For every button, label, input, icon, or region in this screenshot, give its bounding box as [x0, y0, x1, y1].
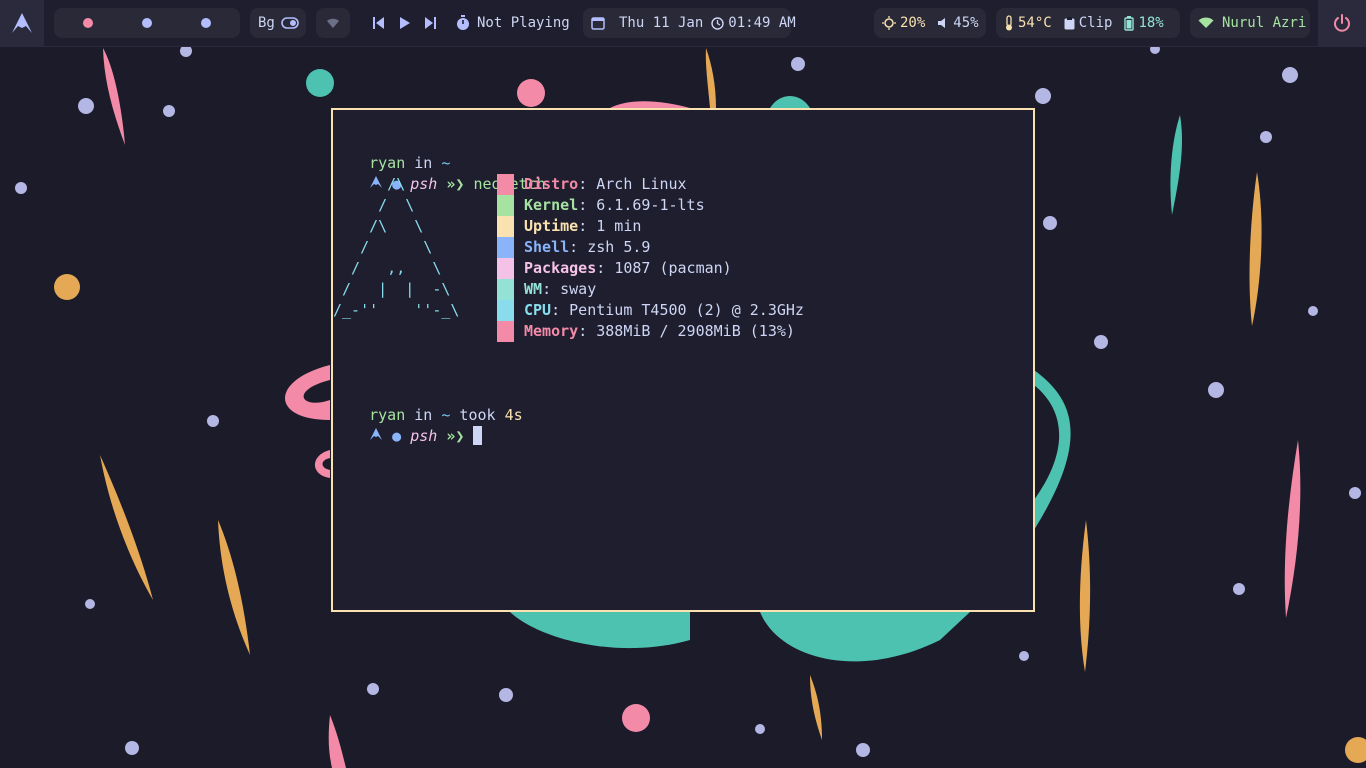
text-cursor: [473, 426, 483, 445]
info-row-memory: Memory: 388MiB / 2908MiB (13%): [524, 321, 795, 342]
color-swatch: [497, 195, 514, 216]
color-swatch: [497, 321, 514, 342]
ascii-line-1: /\: [333, 175, 406, 193]
top-bar: Bg Not Playing Thu 11 Jan 01:49 AM 20% 4…: [0, 0, 1366, 47]
info-sep: :: [578, 196, 597, 214]
info-row-kernel: Kernel: 6.1.69-1-lts: [524, 195, 705, 216]
wifi-tray-icon: [326, 17, 340, 29]
media-status: Not Playing: [477, 15, 570, 31]
network-widget[interactable]: Nurul Azri: [1190, 8, 1310, 38]
workspace-switcher: [54, 8, 240, 38]
prompt-duration: 4s: [504, 406, 523, 424]
shell-name: psh: [410, 427, 438, 445]
info-sep: :: [569, 238, 588, 256]
calendar-icon: [591, 16, 605, 30]
info-sep: :: [578, 322, 597, 340]
volume-icon[interactable]: [937, 17, 949, 29]
info-row-cpu: CPU: Pentium T4500 (2) @ 2.3GHz: [524, 300, 804, 321]
info-value: 388MiB / 2908MiB (13%): [596, 322, 795, 340]
clock-icon: [711, 16, 724, 30]
info-key: WM: [524, 280, 543, 298]
date-text: Thu 11 Jan: [619, 15, 704, 31]
info-value: Arch Linux: [596, 175, 687, 193]
terminal-window[interactable]: ryan in ~ ● psh »❯ neofetch /\ / \ /\ \ …: [331, 108, 1035, 612]
arch-prompt-icon: [369, 427, 383, 441]
bg-toggle[interactable]: Bg: [250, 8, 306, 38]
notification-tray-button[interactable]: [316, 8, 350, 38]
bg-toggle-label: Bg: [258, 15, 275, 31]
brightness-value: 20%: [900, 15, 926, 31]
info-key: Uptime: [524, 217, 579, 235]
ascii-line-6: / | | -\: [333, 280, 451, 298]
clock-widget[interactable]: Thu 11 Jan 01:49 AM: [583, 8, 796, 38]
wifi-icon: [1198, 17, 1214, 29]
toggle-icon: [281, 17, 299, 29]
prompt-dot-icon: ●: [392, 427, 402, 445]
prompt-line-2: ryan in ~ took 4s: [333, 384, 523, 424]
command-line-1: ● psh »❯ neofetch: [333, 153, 546, 193]
info-key: Shell: [524, 238, 570, 256]
color-swatch: [497, 237, 514, 258]
skip-back-icon[interactable]: [373, 16, 385, 30]
ascii-line-4: / \: [333, 238, 433, 256]
command-line-2[interactable]: ● psh »❯: [333, 405, 483, 445]
prompt-arrows-icon: »❯: [446, 175, 465, 193]
prompt-line-1: ryan in ~: [333, 132, 450, 172]
skip-forward-icon[interactable]: [424, 16, 436, 30]
info-value: zsh 5.9: [587, 238, 651, 256]
workspace-2-dot[interactable]: [141, 18, 152, 28]
info-sep: :: [578, 175, 597, 193]
timer-icon: [456, 15, 470, 31]
info-row-distro: Distro: Arch Linux: [524, 174, 687, 195]
ascii-line-7: /_-'' ''-_\: [333, 301, 460, 319]
color-swatch: [497, 258, 514, 279]
info-key: Kernel: [524, 196, 579, 214]
brightness-icon[interactable]: [882, 16, 896, 30]
network-ssid: Nurul Azri: [1222, 15, 1307, 31]
info-row-wm: WM: sway: [524, 279, 596, 300]
info-key: Distro: [524, 175, 579, 193]
clipboard-label[interactable]: Clip: [1079, 8, 1113, 38]
color-swatch: [497, 279, 514, 300]
thermometer-icon: [1004, 15, 1014, 31]
info-row-packages: Packages: 1087 (pacman): [524, 258, 732, 279]
info-row-shell: Shell: zsh 5.9: [524, 237, 650, 258]
play-icon[interactable]: [399, 16, 411, 30]
workspace-1-dot[interactable]: [83, 18, 94, 28]
color-swatch: [497, 216, 514, 237]
prompt-arrows-icon: »❯: [446, 427, 465, 445]
power-button[interactable]: [1318, 0, 1366, 46]
info-value: Pentium T4500 (2) @ 2.3GHz: [569, 301, 804, 319]
brightness-volume-widget: 20% 45%: [874, 8, 986, 38]
workspace-3-dot[interactable]: [200, 18, 211, 28]
info-sep: :: [596, 259, 615, 277]
info-key: Memory: [524, 322, 579, 340]
shell-name: psh: [410, 175, 438, 193]
ascii-line-3: /\ \: [333, 217, 424, 235]
ascii-line-5: / ,, \: [333, 259, 442, 277]
info-sep: :: [542, 280, 561, 298]
info-value: 6.1.69-1-lts: [596, 196, 705, 214]
temperature-value: 54°C: [1018, 15, 1052, 31]
arch-logo-icon: [11, 12, 33, 34]
info-value: sway: [560, 280, 597, 298]
system-stats-widget: 54°C Clip 18%: [996, 8, 1180, 38]
info-value: 1 min: [596, 217, 642, 235]
time-text: 01:49 AM: [728, 15, 796, 31]
color-swatch: [497, 300, 514, 321]
info-row-uptime: Uptime: 1 min: [524, 216, 641, 237]
volume-value: 45%: [953, 15, 979, 31]
power-icon: [1333, 14, 1351, 32]
info-key: Packages: [524, 259, 597, 277]
battery-value: 18%: [1138, 15, 1164, 31]
launcher-button[interactable]: [0, 0, 44, 46]
color-swatch: [497, 174, 514, 195]
clipboard-icon[interactable]: [1064, 16, 1075, 30]
info-sep: :: [551, 301, 570, 319]
info-value: 1087 (pacman): [614, 259, 732, 277]
info-key: CPU: [524, 301, 552, 319]
info-sep: :: [578, 217, 597, 235]
battery-icon: [1124, 15, 1135, 31]
ascii-line-2: / \: [333, 196, 415, 214]
